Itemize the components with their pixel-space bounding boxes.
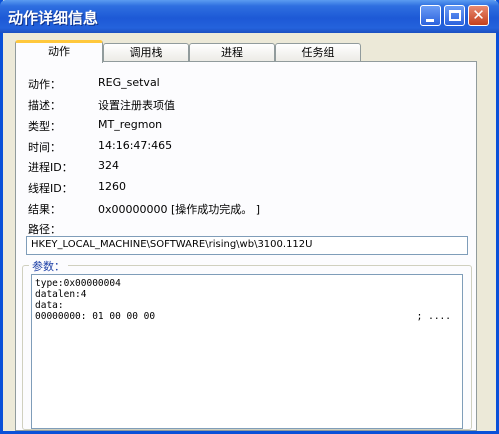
- tid-value: 1260: [98, 180, 126, 193]
- tab-call-stack[interactable]: 调用栈: [103, 43, 189, 61]
- params-group: 参数： type:0x00000004 datalen:4 data: 0000000…: [22, 258, 472, 430]
- path-label: 路径：: [28, 223, 61, 236]
- params-line: datalen:4: [35, 289, 87, 300]
- maximize-icon: [449, 10, 461, 21]
- maximize-button[interactable]: [444, 5, 465, 26]
- tid-label: 线程ID：: [28, 182, 73, 195]
- params-line: data:: [35, 300, 64, 311]
- close-icon: ✕: [472, 6, 485, 24]
- params-hex-ascii: ; ....: [416, 311, 451, 322]
- pid-value: 324: [98, 159, 119, 172]
- action-label: 动作：: [28, 78, 61, 91]
- description-label: 描述：: [28, 99, 61, 112]
- params-hex-line: 00000000: 01 00 00 00 ; ....: [35, 311, 459, 322]
- pid-label: 进程ID：: [28, 161, 73, 174]
- action-details-window: 动作详细信息 ✕ 动作 调用栈 进程 任务组 动作： REG_setval 描述…: [0, 0, 499, 434]
- action-tab-pane: 动作： REG_setval 描述： 设置注册表项值 类型： MT_regmon…: [15, 61, 477, 431]
- tab-action[interactable]: 动作: [15, 40, 103, 63]
- tab-task-group[interactable]: 任务组: [275, 43, 361, 61]
- minimize-icon: [426, 19, 434, 22]
- params-text-area[interactable]: type:0x00000004 datalen:4 data: 00000000: 0…: [31, 274, 463, 429]
- minimize-button[interactable]: [420, 5, 441, 26]
- title-bar[interactable]: 动作详细信息 ✕: [0, 0, 499, 33]
- params-hex-bytes: 00000000: 01 00 00 00: [35, 311, 156, 322]
- type-value: MT_regmon: [98, 118, 163, 131]
- tab-strip: 动作 调用栈 进程 任务组: [15, 40, 475, 63]
- time-value: 14:16:47:465: [98, 139, 173, 152]
- action-value: REG_setval: [98, 76, 160, 89]
- params-label: 参数：: [29, 258, 68, 274]
- close-button[interactable]: ✕: [468, 5, 489, 26]
- description-value: 设置注册表项值: [98, 99, 175, 112]
- window-title: 动作详细信息: [8, 9, 99, 27]
- result-value: 0x00000000 [操作成功完成。 ]: [98, 203, 261, 216]
- type-label: 类型：: [28, 120, 61, 133]
- tab-process[interactable]: 进程: [189, 43, 275, 61]
- path-field[interactable]: HKEY_LOCAL_MACHINE\SOFTWARE\rising\wb\31…: [26, 236, 468, 255]
- time-label: 时间：: [28, 141, 61, 154]
- result-label: 结果：: [28, 203, 61, 216]
- params-line: type:0x00000004: [35, 278, 121, 289]
